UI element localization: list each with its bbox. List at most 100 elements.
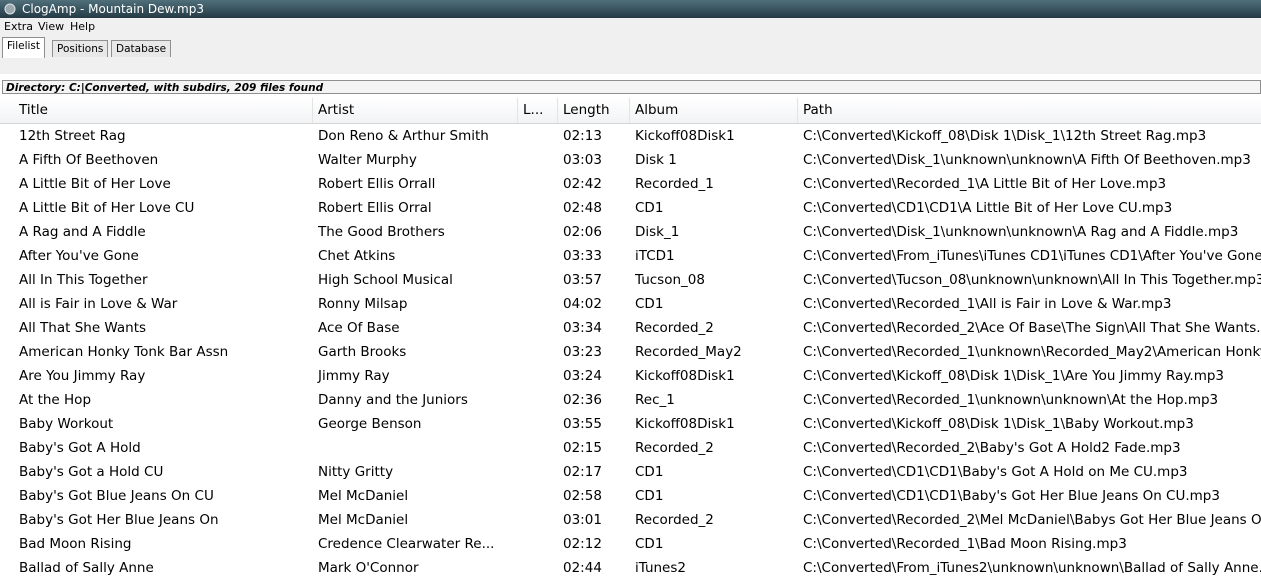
row-title: 12th Street Rag	[19, 128, 126, 144]
app-icon	[4, 3, 16, 15]
table-row[interactable]: Ballad of Sally Anne Mark O'Connor 02:44…	[0, 556, 1261, 580]
table-row[interactable]: All That She Wants Ace Of Base 03:34 Rec…	[0, 316, 1261, 340]
row-album: CD1	[635, 296, 664, 312]
table-row[interactable]: A Fifth Of Beethoven Walter Murphy 03:03…	[0, 148, 1261, 172]
row-title: Baby's Got Her Blue Jeans On	[19, 512, 219, 528]
row-album: iTunes2	[635, 560, 686, 576]
column-header-title[interactable]: Title	[14, 98, 313, 123]
table-row[interactable]: Baby's Got a Hold CU Nitty Gritty 02:17 …	[0, 460, 1261, 484]
table-row[interactable]: Bad Moon Rising Credence Clearwater Re..…	[0, 532, 1261, 556]
table-row[interactable]: A Rag and A Fiddle The Good Brothers 02:…	[0, 220, 1261, 244]
menu-extra[interactable]: Extra	[4, 18, 33, 36]
row-path: C:\Converted\Recorded_1\Bad Moon Rising.…	[803, 536, 1127, 552]
table-row[interactable]: Baby's Got Her Blue Jeans On Mel McDanie…	[0, 508, 1261, 532]
window-titlebar[interactable]: ClogAmp - Mountain Dew.mp3	[0, 0, 1261, 18]
row-l	[518, 196, 558, 220]
row-album: CD1	[635, 464, 664, 480]
row-album: Tucson_08	[635, 272, 705, 288]
row-title: A Little Bit of Her Love CU	[19, 200, 195, 216]
column-header-length[interactable]: Length	[558, 98, 630, 123]
row-l	[518, 388, 558, 412]
row-title: Baby's Got a Hold CU	[19, 464, 164, 480]
row-path: C:\Converted\CD1\CD1\A Little Bit of Her…	[803, 200, 1173, 216]
row-path: C:\Converted\CD1\CD1\Baby's Got Her Blue…	[803, 488, 1220, 504]
directory-status: Directory: C:|Converted, with subdirs, 2…	[2, 80, 1261, 94]
row-l	[518, 508, 558, 532]
row-path: C:\Converted\Disk_1\unknown\unknown\A Fi…	[803, 152, 1251, 168]
row-artist: Walter Murphy	[318, 152, 417, 168]
row-path: C:\Converted\Recorded_1\A Little Bit of …	[803, 176, 1167, 192]
row-title: Bad Moon Rising	[19, 536, 132, 552]
table-row[interactable]: A Little Bit of Her Love Robert Ellis Or…	[0, 172, 1261, 196]
column-header-path[interactable]: Path	[798, 98, 1261, 123]
row-title: At the Hop	[19, 392, 92, 408]
table-row[interactable]: Baby's Got Blue Jeans On CU Mel McDaniel…	[0, 484, 1261, 508]
tab-database[interactable]: Database	[111, 40, 172, 57]
row-artist: Mel McDaniel	[318, 488, 409, 504]
row-album: Kickoff08Disk1	[635, 368, 735, 384]
row-title: All In This Together	[19, 272, 148, 288]
row-length: 02:12	[563, 536, 602, 552]
tab-positions[interactable]: Positions	[52, 40, 109, 57]
column-header-l[interactable]: L...	[518, 98, 558, 123]
row-album: Disk 1	[635, 152, 677, 168]
row-title: All is Fair in Love & War	[19, 296, 178, 312]
menu-view[interactable]: View	[38, 18, 64, 36]
row-album: Rec_1	[635, 392, 675, 408]
table-row[interactable]: All is Fair in Love & War Ronny Milsap 0…	[0, 292, 1261, 316]
row-album: CD1	[635, 536, 664, 552]
row-l	[518, 412, 558, 436]
row-artist: Chet Atkins	[318, 248, 396, 264]
table-row[interactable]: Baby Workout George Benson 03:55 Kickoff…	[0, 412, 1261, 436]
row-album: Recorded_May2	[635, 344, 742, 360]
row-title: American Honky Tonk Bar Assn	[19, 344, 229, 360]
row-title: A Rag and A Fiddle	[19, 224, 146, 240]
row-album: iTCD1	[635, 248, 675, 264]
row-l	[518, 124, 558, 148]
row-length: 03:24	[563, 368, 602, 384]
table-row[interactable]: American Honky Tonk Bar Assn Garth Brook…	[0, 340, 1261, 364]
row-artist: Robert Ellis Orral	[318, 200, 432, 216]
row-title: Ballad of Sally Anne	[19, 560, 154, 576]
row-l	[518, 484, 558, 508]
row-artist: Mel McDaniel	[318, 512, 409, 528]
table-row[interactable]: 12th Street Rag Don Reno & Arthur Smith …	[0, 124, 1261, 148]
row-l	[518, 364, 558, 388]
row-length: 02:44	[563, 560, 602, 576]
row-l	[518, 532, 558, 556]
row-l	[518, 268, 558, 292]
table-row[interactable]: After You've Gone Chet Atkins 03:33 iTCD…	[0, 244, 1261, 268]
menu-help[interactable]: Help	[70, 18, 95, 36]
row-length: 03:23	[563, 344, 602, 360]
row-title: After You've Gone	[19, 248, 139, 264]
row-length: 03:01	[563, 512, 602, 528]
row-path: C:\Converted\Kickoff_08\Disk 1\Disk_1\Ar…	[803, 368, 1225, 384]
row-artist: Danny and the Juniors	[318, 392, 468, 408]
row-length: 02:42	[563, 176, 602, 192]
file-list-header: Title Artist L... Length Album Path	[0, 98, 1261, 124]
row-path: C:\Converted\Recorded_2\Ace Of Base\The …	[803, 320, 1261, 336]
row-album: Recorded_2	[635, 512, 714, 528]
row-title: A Little Bit of Her Love	[19, 176, 171, 192]
table-row[interactable]: At the Hop Danny and the Juniors 02:36 R…	[0, 388, 1261, 412]
row-length: 02:48	[563, 200, 602, 216]
row-path: C:\Converted\Recorded_1\unknown\unknown\…	[803, 392, 1219, 408]
row-album: Disk_1	[635, 224, 680, 240]
column-header-artist[interactable]: Artist	[313, 98, 518, 123]
row-length: 02:06	[563, 224, 602, 240]
row-length: 04:02	[563, 296, 602, 312]
row-length: 02:58	[563, 488, 602, 504]
column-header-album[interactable]: Album	[630, 98, 798, 123]
row-artist: Credence Clearwater Re...	[318, 536, 495, 552]
table-row[interactable]: Baby's Got A Hold 02:15 Recorded_2 C:\Co…	[0, 436, 1261, 460]
table-row[interactable]: Are You Jimmy Ray Jimmy Ray 03:24 Kickof…	[0, 364, 1261, 388]
row-length: 03:33	[563, 248, 602, 264]
row-path: C:\Converted\From_iTunes\iTunes CD1\iTun…	[803, 248, 1261, 264]
row-l	[518, 316, 558, 340]
row-artist: Robert Ellis Orrall	[318, 176, 436, 192]
tab-filelist[interactable]: Filelist	[2, 37, 45, 58]
row-length: 03:55	[563, 416, 602, 432]
row-path: C:\Converted\Recorded_1\unknown\Recorded…	[803, 344, 1261, 360]
table-row[interactable]: All In This Together High School Musical…	[0, 268, 1261, 292]
table-row[interactable]: A Little Bit of Her Love CU Robert Ellis…	[0, 196, 1261, 220]
